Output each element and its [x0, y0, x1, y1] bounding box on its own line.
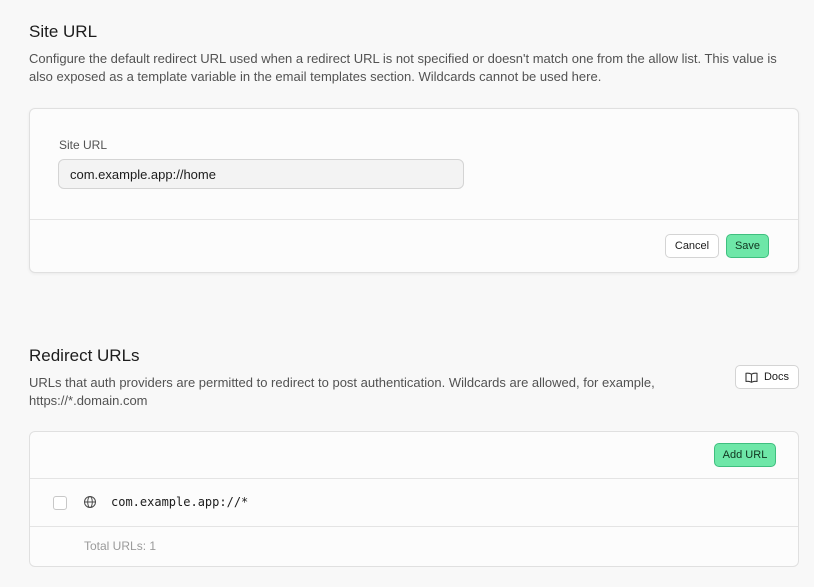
docs-label: Docs [763, 371, 790, 383]
site-url-heading: Site URL [29, 22, 98, 41]
redirect-urls-heading: Redirect URLs [29, 346, 140, 365]
site-url-field-label: Site URL [59, 138, 108, 152]
save-button[interactable]: Save [726, 234, 769, 258]
row-divider [30, 526, 798, 527]
site-url-description: Configure the default redirect URL used … [29, 51, 777, 84]
card-divider [30, 219, 798, 220]
add-url-button[interactable]: Add URL [714, 443, 776, 467]
globe-icon [84, 496, 96, 508]
book-open-icon [745, 372, 758, 383]
redirect-urls-card: Add URL com.example.app://* Total URLs: … [29, 431, 799, 567]
site-url-input[interactable] [58, 159, 464, 189]
redirect-url-value: com.example.app://* [111, 495, 249, 509]
docs-button[interactable]: Docs [735, 365, 799, 389]
redirect-urls-description: URLs that auth providers are permitted t… [29, 375, 655, 408]
row-checkbox[interactable] [53, 496, 67, 510]
site-url-card: Site URL Cancel Save [29, 108, 799, 273]
redirect-url-row[interactable]: com.example.app://* [30, 479, 798, 526]
cancel-button[interactable]: Cancel [665, 234, 719, 258]
total-urls-count: Total URLs: 1 [84, 539, 157, 553]
